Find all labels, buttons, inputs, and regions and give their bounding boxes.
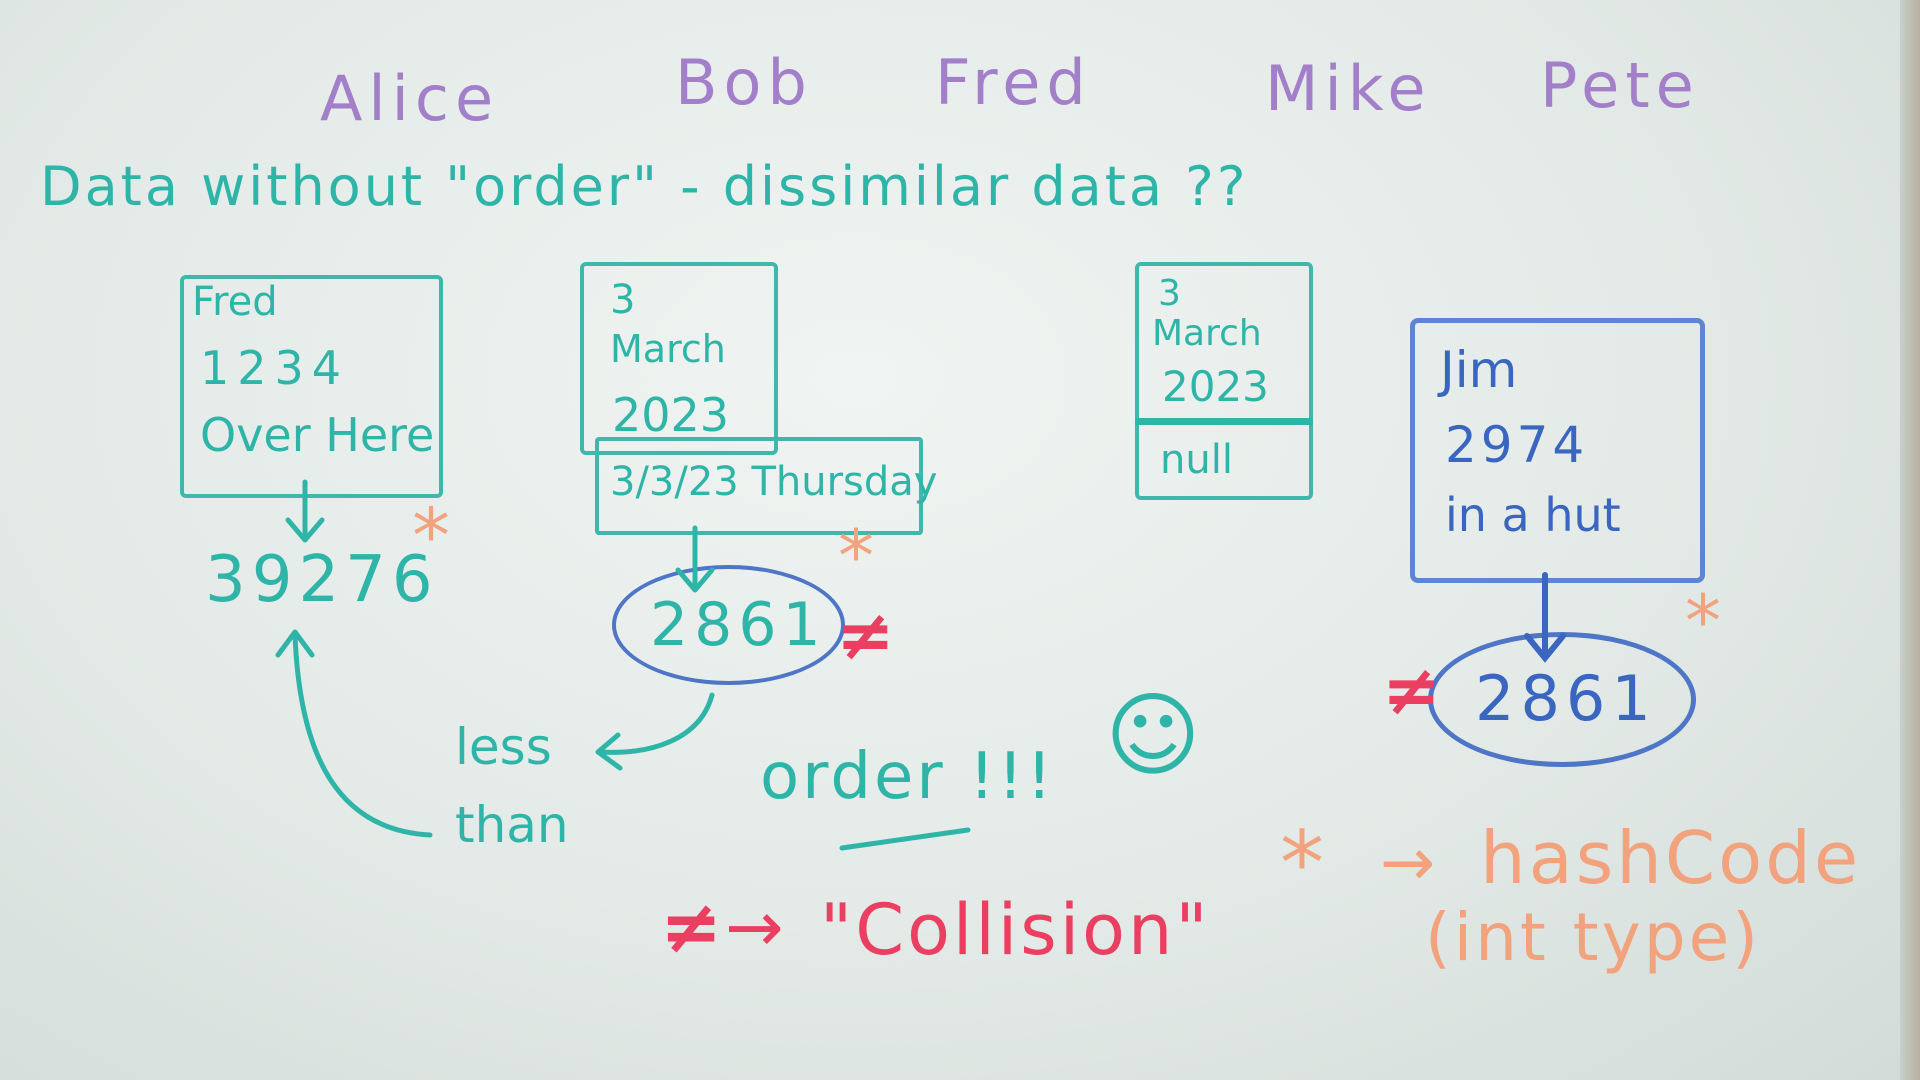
arrow-less-than-to-39276 [275, 629, 433, 838]
whiteboard-frame [1900, 0, 1920, 1080]
pen-strokes [275, 479, 1566, 851]
arrow-fred-to-hash [285, 479, 325, 543]
arrow-hash-to-less-than [595, 692, 715, 771]
arrow-date-to-hash [675, 525, 715, 593]
arrow-jim-to-hash [1524, 572, 1566, 663]
order-underline [839, 827, 971, 851]
